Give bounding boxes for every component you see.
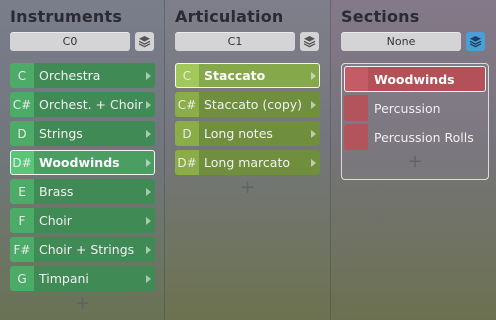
add-section-button[interactable]: + [342,153,488,171]
instrument-key: E [10,179,34,204]
chevron-right-icon [311,129,316,138]
articulation-key: C [175,63,199,88]
articulation-label: Staccato (copy) [204,97,303,112]
section-label: Percussion [374,100,441,116]
instrument-row[interactable]: D Strings [10,121,155,146]
instruments-title: Instruments [10,7,123,26]
instrument-label: Brass [39,184,74,199]
articulation-title: Articulation [175,7,284,26]
instrument-row[interactable]: C Orchestra [10,63,155,88]
add-instrument-button[interactable]: + [10,295,155,313]
add-articulation-button[interactable]: + [175,179,320,197]
section-row[interactable]: Percussion Rolls [344,124,486,150]
instrument-label: Timpani [39,271,89,286]
layers-icon [469,36,482,48]
section-row[interactable]: Percussion [344,95,486,121]
chevron-right-icon [146,245,151,254]
sections-layer-button[interactable] [466,32,485,51]
layers-icon [138,36,151,48]
articulation-key: D# [175,150,199,175]
instrument-label: Orchestra [39,68,101,83]
instrument-row[interactable]: G Timpani [10,266,155,291]
articulation-label: Staccato [204,68,266,83]
articulation-label: Long notes [204,126,273,141]
sections-title: Sections [341,7,420,26]
instrument-label: Orchest. + Choir [39,97,143,112]
articulation-row-selected[interactable]: C Staccato [175,63,320,88]
instrument-key: C [10,63,34,88]
chevron-right-icon [311,71,316,80]
section-label: Percussion Rolls [374,129,474,145]
chevron-right-icon [146,71,151,80]
instrument-label: Choir + Strings [39,242,135,257]
instrument-key: F [10,208,34,233]
articulation-key-select[interactable]: C1 [175,32,295,51]
instrument-label: Choir [39,213,72,228]
instrument-row-selected[interactable]: D# Woodwinds [10,150,155,175]
instrument-row[interactable]: F# Choir + Strings [10,237,155,262]
instrument-row[interactable]: E Brass [10,179,155,204]
section-label: Woodwinds [374,71,455,87]
instruments-list: C Orchestra C# Orchest. + Choir D String… [10,63,155,313]
section-row-selected[interactable]: Woodwinds [344,66,486,92]
chevron-right-icon [146,187,151,196]
instrument-key: F# [10,237,34,262]
instruments-layer-button[interactable] [135,32,154,51]
instrument-key: C# [10,92,34,117]
instrument-key: G [10,266,34,291]
chevron-right-icon [311,100,316,109]
sections-list: Woodwinds Percussion Percussion Rolls + [341,63,489,180]
chevron-right-icon [146,158,151,167]
articulation-label: Long marcato [204,155,291,170]
instruments-key-select[interactable]: C0 [10,32,130,51]
chevron-right-icon [311,158,316,167]
section-color-swatch [344,66,368,92]
section-color-swatch [344,95,368,121]
layers-icon [303,36,316,48]
articulation-key: D [175,121,199,146]
instrument-label: Woodwinds [39,155,120,170]
articulation-row[interactable]: C# Staccato (copy) [175,92,320,117]
instrument-key: D [10,121,34,146]
sections-key-select[interactable]: None [341,32,461,51]
articulation-layer-button[interactable] [300,32,319,51]
instrument-row[interactable]: C# Orchest. + Choir [10,92,155,117]
chevron-right-icon [146,129,151,138]
instrument-label: Strings [39,126,83,141]
articulation-row[interactable]: D# Long marcato [175,150,320,175]
articulation-row[interactable]: D Long notes [175,121,320,146]
chevron-right-icon [146,216,151,225]
articulation-list: C Staccato C# Staccato (copy) D Long not… [175,63,320,197]
chevron-right-icon [146,274,151,283]
chevron-right-icon [146,100,151,109]
section-color-swatch [344,124,368,150]
instrument-key: D# [10,150,34,175]
instrument-row[interactable]: F Choir [10,208,155,233]
articulation-key: C# [175,92,199,117]
